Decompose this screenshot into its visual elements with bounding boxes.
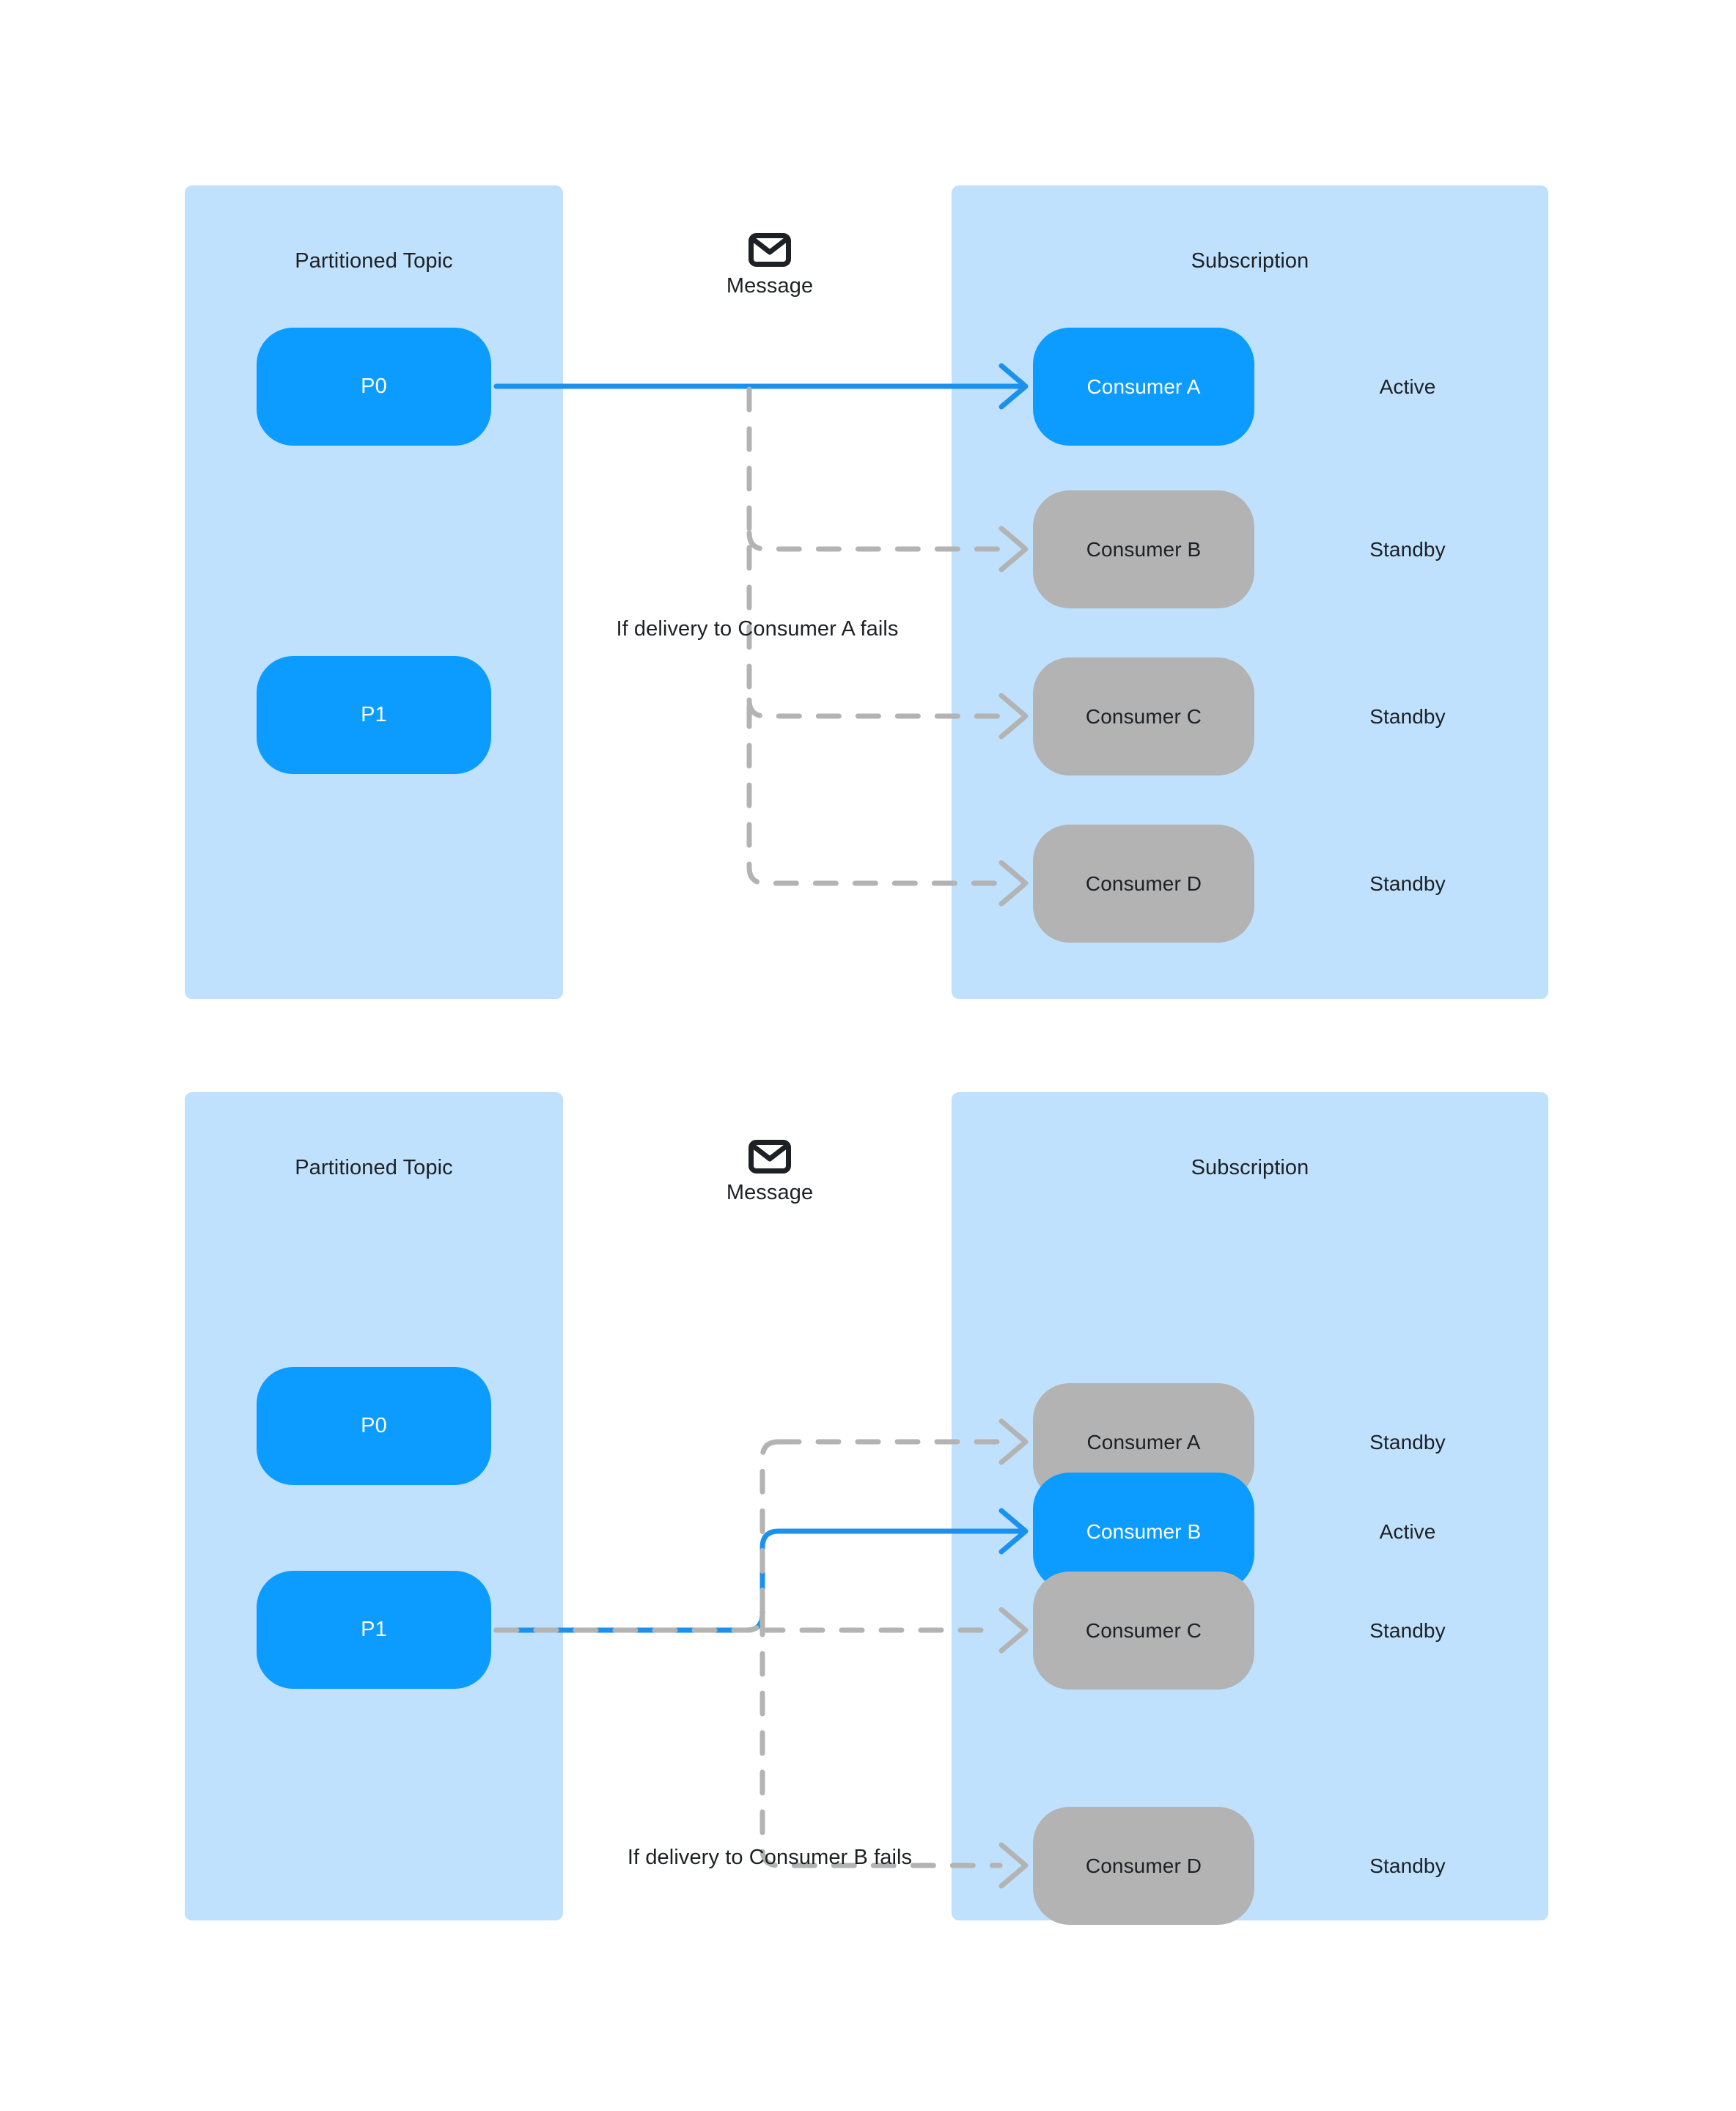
consumer-c-node-2[interactable]: Consumer C [1033, 1572, 1254, 1690]
status-consumer-b: Standby [1369, 537, 1446, 561]
status-consumer-c: Standby [1369, 704, 1446, 728]
message-legend: Message [689, 233, 850, 298]
message-legend-2: Message [689, 1140, 850, 1205]
consumer-a-label: Consumer A [1086, 375, 1201, 398]
diagram-scenario-a: Partitioned Topic Subscription Message I… [0, 0, 1736, 1041]
consumer-b-label: Consumer B [1086, 1519, 1202, 1543]
consumer-b-label: Consumer B [1086, 537, 1202, 561]
partition-p1-label: P1 [361, 703, 387, 726]
consumer-a-label: Consumer A [1086, 1430, 1201, 1454]
fail-caption-a: If delivery to Consumer A fails [616, 617, 899, 641]
status-consumer-a: Active [1379, 375, 1436, 398]
consumer-c-label: Consumer C [1085, 1618, 1202, 1642]
subscription-title: Subscription [1191, 249, 1309, 273]
consumer-d-node-2[interactable]: Consumer D [1033, 1807, 1254, 1925]
wire-p1-to-consumer-b [493, 1528, 1028, 1633]
partitioned-topic-panel [185, 185, 563, 999]
consumer-a-node[interactable]: Consumer A [1033, 328, 1254, 446]
partitioned-topic-title-2: Partitioned Topic [295, 1156, 453, 1179]
envelope-icon [749, 1140, 791, 1174]
message-label: Message [726, 1181, 814, 1204]
consumer-c-label: Consumer C [1085, 704, 1202, 728]
diagram-scenario-b: Partitioned Topic Subscription Message I… [0, 1092, 1736, 2111]
partitioned-topic-title: Partitioned Topic [295, 249, 453, 273]
diagram-canvas: Partitioned Topic Subscription Message I… [0, 0, 1736, 2111]
consumer-d-label: Consumer D [1085, 1854, 1202, 1877]
envelope-icon [749, 233, 791, 267]
consumer-b-node[interactable]: Consumer B [1033, 490, 1254, 608]
partition-p0-label: P0 [361, 1414, 387, 1437]
status-consumer-d-2: Standby [1369, 1854, 1446, 1877]
status-consumer-c-2: Standby [1369, 1618, 1446, 1642]
partition-p0-label: P0 [361, 375, 387, 398]
failover-trunk-b [743, 1439, 781, 1633]
partition-p1-2[interactable]: P1 [257, 1571, 491, 1689]
consumer-d-node[interactable]: Consumer D [1033, 825, 1254, 943]
partitioned-topic-panel-2 [185, 1092, 563, 1920]
partition-p1-label: P1 [361, 1618, 387, 1641]
consumer-c-node[interactable]: Consumer C [1033, 657, 1254, 775]
subscription-title-2: Subscription [1191, 1156, 1309, 1179]
message-label: Message [726, 274, 814, 298]
partition-p0[interactable]: P0 [257, 328, 491, 446]
consumer-d-label: Consumer D [1085, 872, 1202, 895]
partition-p0-2[interactable]: P0 [257, 1367, 491, 1485]
partition-p1[interactable]: P1 [257, 656, 491, 774]
fail-caption-b: If delivery to Consumer B fails [627, 1846, 913, 1869]
status-consumer-d: Standby [1369, 872, 1446, 895]
